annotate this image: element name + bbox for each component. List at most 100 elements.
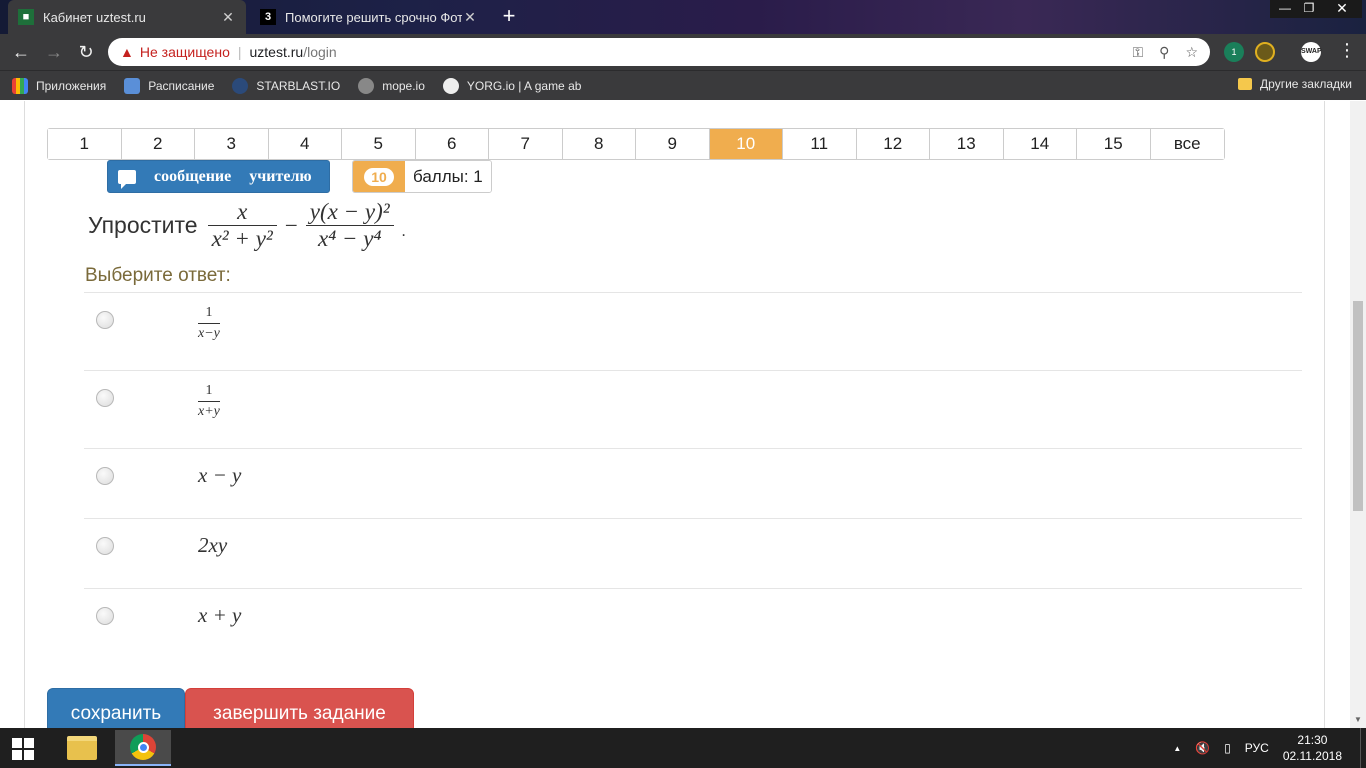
page-content: 1 2 3 4 5 6 7 8 9 10 11 12 13 14 15 все … [0,101,1366,728]
clock[interactable]: 21:30 02.11.2018 [1283,732,1342,764]
bookmark-star-icon[interactable]: ☆ [1185,44,1198,61]
bookmark-mope[interactable]: mope.io [358,77,425,94]
answer-expression-5: x + y [198,603,242,627]
folder-icon [1238,78,1253,90]
question-navigation: 1 2 3 4 5 6 7 8 9 10 11 12 13 14 15 все [47,128,1225,160]
shield-extension-icon[interactable]: 1 [1224,42,1244,62]
swap-extension-icon[interactable]: SWAP [1301,42,1322,62]
question-nav-10[interactable]: 10 [709,129,783,159]
question-nav-14[interactable]: 14 [1003,129,1077,159]
question-nav-12[interactable]: 12 [856,129,930,159]
fraction-2: y(x − y)² x⁴ − y⁴ [305,199,394,252]
answer-option-2[interactable]: 1 x+y [84,370,1302,448]
bookmark-apps[interactable]: Приложения [12,77,106,94]
tab-znanija[interactable]: 3 Помогите решить срочно Фото ✕ [250,0,488,34]
message-teacher-button[interactable]: сообщение учителю [107,160,330,193]
url-host: uztest.ru [249,44,304,60]
language-indicator[interactable]: РУС [1245,741,1269,755]
file-explorer-icon[interactable] [56,730,108,766]
bookmark-label: STARBLAST.IO [256,78,341,93]
network-icon[interactable]: ▯ [1224,741,1231,755]
coin-extension-icon[interactable] [1255,42,1275,62]
address-bar[interactable]: ▲ Не защищено | uztest.ru/login ⚿ ⚲ ☆ [108,38,1210,66]
answer-expression-3: x − y [198,463,242,487]
answer-option-4[interactable]: 2xy [84,518,1302,588]
tab-close-icon[interactable]: ✕ [220,9,236,26]
question-nav-13[interactable]: 13 [930,129,1004,159]
bookmark-label: Расписание [148,78,215,93]
save-button[interactable]: сохранить [47,688,185,728]
question-nav-1[interactable]: 1 [48,129,122,159]
chat-icon [124,77,141,94]
chrome-taskbar-icon[interactable] [115,730,171,766]
question-nav-9[interactable]: 9 [636,129,710,159]
bookmark-yorg[interactable]: YORG.io | A game ab [442,77,582,94]
bookmark-label: YORG.io | A game ab [466,78,582,93]
scrollbar-thumb[interactable] [1353,301,1363,511]
period: . [401,222,406,240]
answer-option-5[interactable]: x + y [84,588,1302,658]
answer-option-1[interactable]: 1 x−y [84,292,1302,370]
back-button[interactable]: ← [9,40,33,64]
key-icon[interactable]: ⚿ [1133,44,1144,61]
tray-chevron-icon[interactable]: ▲ [1173,744,1181,753]
tab-title: Помогите решить срочно Фото [285,9,462,25]
answer-fraction-1: 1 x−y [198,305,220,342]
yorg-icon [442,77,459,94]
minus-sign: − [284,212,298,238]
tab-title: Кабинет uztest.ru [43,9,146,25]
question-nav-7[interactable]: 7 [489,129,563,159]
answer-radio-4[interactable] [96,537,114,555]
tab-close-icon[interactable]: ✕ [462,9,478,26]
score-badge: 10 баллы: 1 [352,160,492,193]
answer-fraction-2: 1 x+y [198,383,220,420]
security-status[interactable]: Не защищено [140,44,230,60]
fraction-1-numerator: x [237,199,248,224]
bookmarks-bar: Приложения Расписание STARBLAST.IO mope.… [0,70,1366,100]
question-nav-all[interactable]: все [1150,129,1224,159]
scroll-down-arrow-icon[interactable]: ▼ [1354,715,1362,724]
page-scrollbar[interactable]: ▼ [1350,101,1366,728]
apps-grid-icon [12,77,28,94]
browser-menu-icon[interactable]: ⋮ [1338,40,1356,61]
answer-option-3[interactable]: x − y [84,448,1302,518]
reload-button[interactable]: ↻ [74,40,98,64]
speech-bubble-icon [118,169,136,189]
finish-task-button[interactable]: завершить задание [185,688,414,728]
answer-radio-2[interactable] [96,389,114,407]
windows-taskbar: ▲ 🔇 ▯ РУС 21:30 02.11.2018 [0,728,1366,768]
other-bookmarks-label: Другие закладки [1260,77,1352,91]
question-nav-11[interactable]: 11 [783,129,857,159]
answer-radio-5[interactable] [96,607,114,625]
zoom-icon[interactable]: ⚲ [1159,44,1169,61]
clock-time: 21:30 [1297,733,1328,747]
bookmark-schedule[interactable]: Расписание [124,77,215,94]
question-nav-8[interactable]: 8 [562,129,636,159]
other-bookmarks[interactable]: Другие закладки [1238,77,1352,91]
volume-muted-icon[interactable]: 🔇 [1195,741,1210,755]
question-nav-3[interactable]: 3 [195,129,269,159]
fraction-2-denominator: x⁴ − y⁴ [318,226,382,251]
question-nav-2[interactable]: 2 [121,129,195,159]
warning-icon[interactable]: ▲ [120,44,134,60]
answer-radio-3[interactable] [96,467,114,485]
windows-start-icon[interactable] [8,736,40,760]
tab-uztest[interactable]: ■ Кабинет uztest.ru ✕ [8,0,246,34]
answer-1-denominator: x−y [198,326,220,341]
fraction-1-denominator: x² + y² [211,226,273,251]
answers-list: 1 x−y 1 x+y x − y 2xy x + y [84,292,1302,658]
answer-2-denominator: x+y [198,404,220,419]
question-nav-5[interactable]: 5 [342,129,416,159]
question-nav-4[interactable]: 4 [268,129,342,159]
window-maximize-button[interactable]: ❐ [1294,0,1324,18]
question-nav-6[interactable]: 6 [415,129,489,159]
bookmark-starblast[interactable]: STARBLAST.IO [232,77,341,94]
znanija-favicon-icon: 3 [260,9,276,25]
show-desktop-button[interactable] [1360,728,1366,768]
window-close-button[interactable]: ✕ [1322,0,1362,18]
fraction-2-numerator: y(x − y)² [309,199,390,224]
new-tab-button[interactable]: + [496,5,522,29]
forward-button[interactable]: → [42,40,66,64]
question-nav-15[interactable]: 15 [1077,129,1151,159]
answer-radio-1[interactable] [96,311,114,329]
